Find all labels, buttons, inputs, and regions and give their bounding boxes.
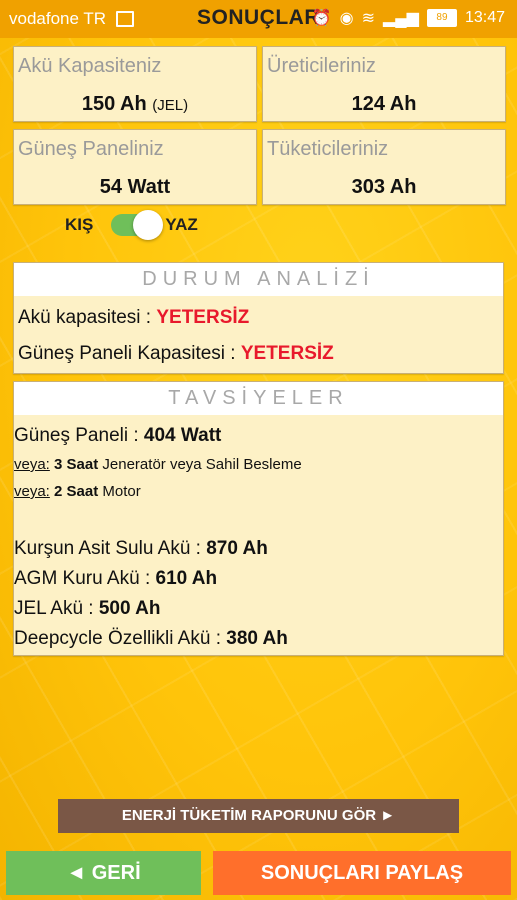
rec-motor: veya: 2 Saat Motor: [14, 483, 141, 500]
battery-status-badge: YETERSİZ: [156, 307, 250, 328]
recommendations-panel: TAVSİYELER Güneş Paneli : 404 Watt veya:…: [13, 381, 504, 656]
producers-label: Üreticileriniz: [267, 55, 376, 77]
status-analysis-panel: DURUM ANALİZİ Akü kapasitesi : YETERSİZ …: [13, 262, 504, 374]
battery-capacity-status-row: Akü kapasitesi : YETERSİZ: [18, 307, 250, 328]
status-bar: vodafone TR SONUÇLAR ⏰ ◉ ≋ ▂▄▆ 89 13:47: [0, 0, 517, 38]
producers-value: 124 Ah: [351, 93, 417, 115]
consumers-label: Tüketicileriniz: [267, 138, 389, 160]
rec-solar-panel: Güneş Paneli : 404 Watt: [14, 425, 222, 446]
energy-report-button[interactable]: ENERJİ TÜKETİM RAPORUNU GÖR ►: [58, 799, 459, 833]
wifi-icon: ≋: [361, 10, 375, 27]
eye-icon: ◉: [339, 10, 354, 27]
share-results-button[interactable]: SONUÇLARI PAYLAŞ: [213, 851, 511, 895]
battery-type: (JEL): [152, 97, 189, 114]
season-switch[interactable]: [111, 210, 164, 240]
signal-icon: ▂▄▆: [383, 10, 419, 27]
switch-knob[interactable]: [133, 210, 164, 240]
rec-gel: JEL Akü : 500 Ah: [14, 598, 161, 619]
winter-label: KIŞ: [65, 215, 94, 234]
recommendations-title: TAVSİYELER: [14, 382, 503, 415]
battery-capacity-label: Akü Kapasiteniz: [18, 55, 162, 77]
producers-card[interactable]: Üreticileriniz 124 Ah: [262, 46, 506, 122]
solar-panel-card[interactable]: Güneş Paneliniz 54 Watt: [13, 129, 257, 205]
summer-label: YAZ: [165, 215, 198, 234]
battery-icon: 89: [426, 9, 457, 27]
battery-capacity-card[interactable]: Akü Kapasiteniz 150 Ah (JEL): [13, 46, 257, 122]
consumers-value: 303 Ah: [351, 176, 417, 198]
solar-panel-value: 54 Watt: [99, 176, 171, 198]
battery-capacity-value: 150 Ah (JEL): [81, 93, 189, 115]
rec-agm: AGM Kuru Akü : 610 Ah: [14, 568, 218, 589]
status-analysis-title: DURUM ANALİZİ: [14, 263, 503, 296]
rec-lead-acid: Kurşun Asit Sulu Akü : 870 Ah: [14, 538, 268, 559]
consumers-card[interactable]: Tüketicileriniz 303 Ah: [262, 129, 506, 205]
solar-panel-label: Güneş Paneliniz: [18, 138, 164, 160]
rec-deepcycle: Deepcycle Özellikli Akü : 380 Ah: [14, 628, 288, 649]
season-toggle: KIŞ YAZ: [65, 210, 198, 240]
panel-capacity-status-row: Güneş Paneli Kapasitesi : YETERSİZ: [18, 343, 334, 364]
panel-status-badge: YETERSİZ: [240, 343, 334, 364]
alarm-icon: ⏰: [311, 10, 332, 27]
rec-generator: veya: 3 Saat Jeneratör veya Sahil Beslem…: [14, 456, 302, 473]
clock: 13:47: [464, 9, 505, 26]
back-button[interactable]: ◄ GERİ: [6, 851, 201, 895]
status-icons: ⏰ ◉ ≋ ▂▄▆ 89 13:47: [312, 8, 505, 28]
